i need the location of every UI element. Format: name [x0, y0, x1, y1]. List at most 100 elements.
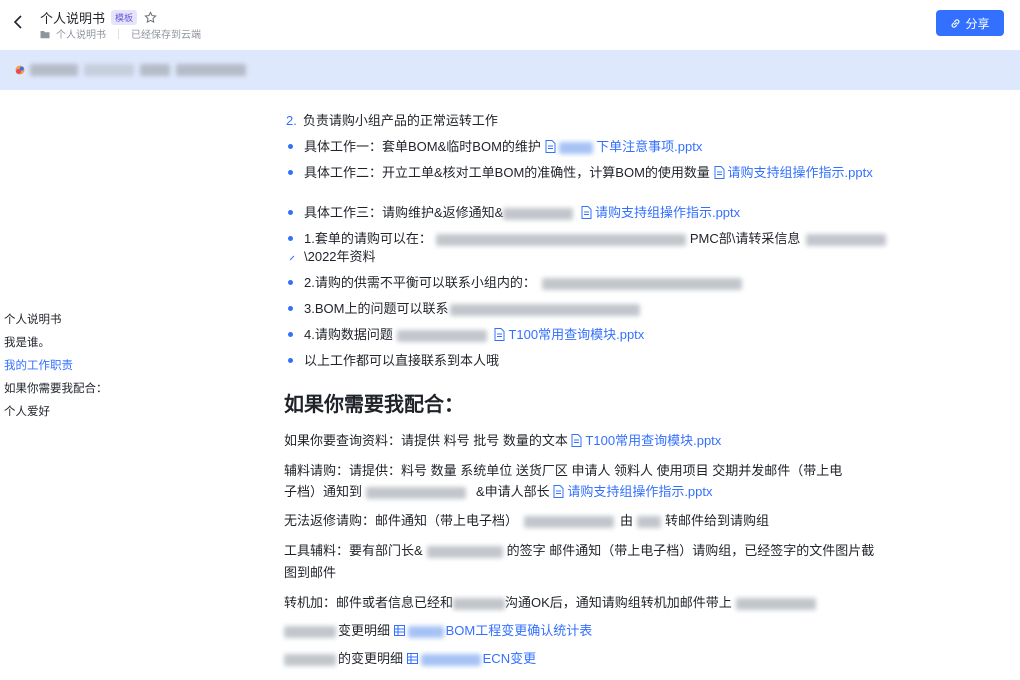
list-item-text: 负责请购小组产品的正常运转工作	[302, 113, 498, 128]
bullet	[288, 306, 293, 312]
toc-item[interactable]: 我是谁。	[4, 335, 124, 358]
redacted-text	[396, 329, 487, 342]
file-link[interactable]: 请购支持组操作指示.pptx	[595, 205, 740, 220]
list-item-text: 以上工作都可以直接联系到本人哦	[304, 353, 500, 368]
file-icon	[581, 206, 592, 219]
redacted-text	[140, 64, 170, 76]
star-icon[interactable]	[143, 11, 157, 25]
list-item-text: 3.BOM上的问题可以联系	[304, 301, 449, 316]
paragraph-text: 工具辅料：要有部门长&	[284, 543, 423, 558]
list-item-text: 具体工作一：套单BOM&临时BOM的维护	[304, 139, 541, 154]
list-item: 具体工作一：套单BOM&临时BOM的维护 下单注意事项.pptx	[284, 138, 904, 156]
paragraph: 无法返修请购：邮件通知（带上电子档） 由 转邮件给到请购组	[284, 512, 904, 530]
paragraph-text: 子档）通知到	[284, 484, 363, 499]
paragraph: 转机加：邮件或者信息已经和 沟通OK后，通知请购组转机加邮件带上	[284, 594, 904, 612]
list-item: 1.套单的请购可以在： PMC部\请转采信息	[284, 230, 904, 248]
share-button[interactable]: 分享	[936, 10, 1004, 36]
paragraph-text: 的变更明细	[338, 651, 404, 666]
table-link[interactable]: ECN变更	[483, 651, 536, 666]
file-icon	[571, 434, 582, 447]
paragraph-text: 辅料请购：请提供：料号 数量 系统单位 送货厂区 申请人 领料人 使用项目 交期…	[284, 463, 843, 478]
redacted-text	[503, 207, 574, 220]
list-item-text: 2.请购的供需不平衡可以联系小组内的：	[304, 275, 536, 290]
redacted-text	[420, 653, 481, 666]
list-item-text: 1.套单的请购可以在：	[304, 231, 432, 246]
list-item: 3.BOM上的问题可以联系	[284, 300, 904, 318]
paragraph-text: 的签字 邮件通知（带上电子档）请购组，已经签字的文件图片截	[506, 543, 875, 558]
divider	[118, 28, 119, 39]
redacted-text	[735, 597, 816, 610]
paragraph-text: 沟通OK后，通知请购组转机加邮件带上	[505, 595, 732, 610]
redacted-text	[541, 277, 742, 290]
paragraph: 子档）通知到 &申请人部长 请购支持组操作指示.pptx	[284, 481, 904, 502]
breadcrumb-folder[interactable]: 个人说明书	[56, 26, 106, 41]
table-icon	[393, 625, 405, 636]
list-item-text: 4.请购数据问题	[304, 327, 393, 342]
list-item: 以上工作都可以直接联系到本人哦	[284, 352, 904, 370]
bullet	[288, 144, 293, 150]
bullet	[288, 210, 293, 216]
list-item: 2.请购的供需不平衡可以联系小组内的：	[284, 274, 904, 292]
bullet	[288, 358, 293, 364]
paragraph-text: 转邮件给到请购组	[665, 513, 770, 528]
redacted-text	[284, 653, 336, 666]
redacted-text	[366, 486, 467, 499]
file-icon	[553, 485, 564, 498]
paragraph: 的变更明细 ECN变更	[284, 650, 904, 668]
file-link[interactable]: 下单注意事项.pptx	[596, 139, 702, 154]
list-item: 2. 负责请购小组产品的正常运转工作	[284, 112, 904, 130]
bullet	[288, 280, 293, 286]
redacted-text	[637, 515, 662, 528]
redacted-text	[524, 515, 615, 528]
paragraph-text: 变更明细	[338, 623, 391, 638]
toc-item[interactable]: 个人爱好	[4, 404, 124, 427]
list-item-text: 具体工作三：请购维护&返修通知&	[304, 205, 504, 220]
paragraph: 如果你要查询资料：请提供 料号 批号 数量的文本 T100常用查询模块.pptx	[284, 432, 904, 450]
file-link[interactable]: 请购支持组操作指示.pptx	[728, 165, 873, 180]
folder-icon	[40, 30, 50, 38]
file-icon	[494, 328, 505, 341]
paragraph: 工具辅料：要有部门长& 的签字 邮件通知（带上电子档）请购组，已经签字的文件图片截	[284, 540, 904, 562]
toc-item-active[interactable]: 我的工作职责	[4, 358, 124, 381]
table-of-contents: 个人说明书 我是谁。 我的工作职责 如果你需要我配合： 个人爱好	[4, 312, 124, 427]
bullet	[288, 236, 293, 242]
list-item: 4.请购数据问题 T100常用查询模块.pptx	[284, 326, 904, 344]
link-icon	[289, 255, 295, 260]
save-status: 已经保存到云端	[131, 30, 201, 41]
paragraph-text: 由	[620, 513, 634, 528]
notice-banner	[0, 50, 1020, 90]
link-icon	[952, 18, 960, 28]
paragraph: 变更明细 BOM工程变更确认统计表	[284, 622, 904, 640]
paragraph-text: 如果你要查询资料：请提供 料号 批号 数量的文本	[284, 433, 568, 448]
doc-header: 个人说明书 模板 个人说明书 已经保存到云端 分享	[0, 0, 1020, 48]
paragraph-text: 图到邮件	[284, 565, 337, 580]
file-link[interactable]: T100常用查询模块.pptx	[508, 327, 644, 342]
list-number: 2.	[286, 113, 297, 128]
paragraph-text: 转机加：邮件或者信息已经和	[284, 595, 454, 610]
paragraph: 图到邮件	[284, 562, 904, 584]
chevron-left-icon	[13, 15, 22, 29]
redacted-text	[450, 303, 641, 316]
bullet	[288, 170, 293, 176]
app-logo-icon	[15, 65, 25, 75]
back-button[interactable]	[8, 12, 28, 32]
redacted-text	[407, 625, 444, 638]
list-item-text: PMC部\请转采信息	[689, 231, 801, 246]
redacted-text	[435, 233, 686, 246]
list-item: 具体工作二：开立工单&核对工单BOM的准确性，计算BOM的使用数量 请购支持组操…	[284, 164, 904, 182]
paragraph-text: &申请人部长	[476, 484, 550, 499]
doc-title[interactable]: 个人说明书	[40, 8, 105, 27]
table-link[interactable]: BOM工程变更确认统计表	[446, 623, 593, 638]
redacted-text	[284, 625, 336, 638]
toc-item[interactable]: 个人说明书	[4, 312, 124, 335]
redacted-text	[30, 64, 78, 76]
list-item-continuation: \2022年资料	[284, 248, 904, 266]
toc-item[interactable]: 如果你需要我配合：	[4, 381, 124, 404]
file-link[interactable]: T100常用查询模块.pptx	[585, 433, 721, 448]
share-button-label: 分享	[965, 16, 990, 31]
redacted-text	[558, 141, 593, 154]
file-link[interactable]: 请购支持组操作指示.pptx	[567, 484, 712, 499]
list-item-text: 具体工作二：开立工单&核对工单BOM的准确性，计算BOM的使用数量	[304, 165, 710, 180]
document-body: 2. 负责请购小组产品的正常运转工作 具体工作一：套单BOM&临时BOM的维护 下…	[284, 112, 904, 668]
list-item: 具体工作三：请购维护&返修通知& 请购支持组操作指示.pptx	[284, 204, 904, 222]
